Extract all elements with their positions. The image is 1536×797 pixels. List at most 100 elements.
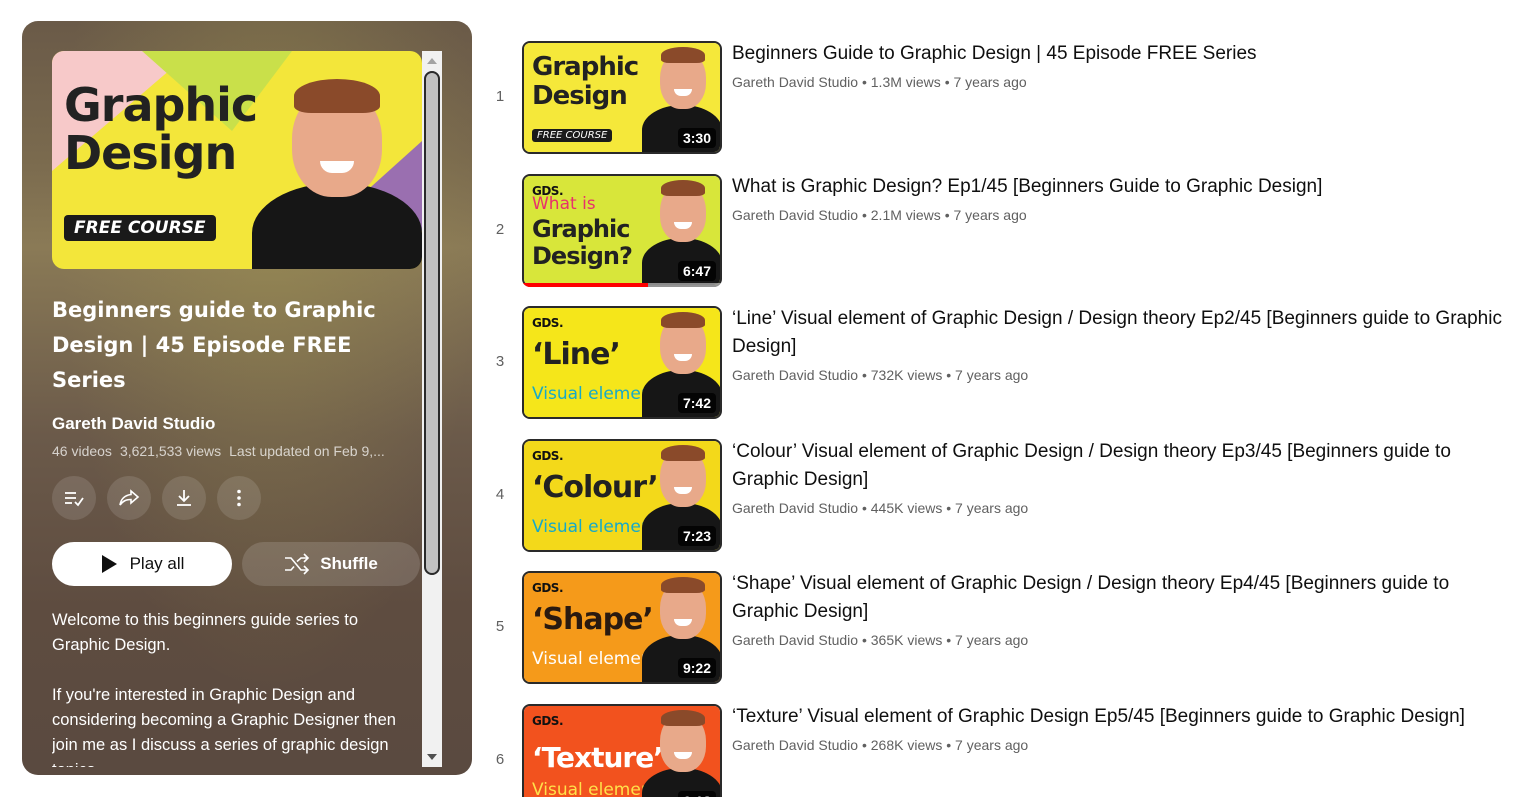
save-to-playlist-icon	[65, 492, 84, 507]
video-title-link[interactable]: ‘Texture’ Visual element of Graphic Desi…	[732, 703, 1512, 731]
video-title-link[interactable]: ‘Colour’ Visual element of Graphic Desig…	[732, 438, 1512, 494]
playlist-video-row[interactable]: 5 GDS. ‘Shape’ Visual element 9:22 ‘Shap…	[484, 570, 1524, 703]
thumbnail-subheading: FREE COURSE	[532, 129, 613, 142]
download-button[interactable]	[162, 476, 206, 520]
video-views: 732K views	[870, 367, 943, 384]
play-all-label: Play all	[129, 554, 185, 573]
separator-dot: •	[946, 499, 956, 516]
separator-dot: •	[946, 367, 956, 384]
playlist-header-panel: Graphic Design FREE COURSE Beginners gui…	[22, 21, 472, 775]
video-title-link[interactable]: What is Graphic Design? Ep1/45 [Beginner…	[732, 173, 1512, 201]
share-icon	[119, 489, 140, 506]
thumbnail-heading: Graphic Design?	[532, 214, 633, 270]
video-meta: ‘Shape’ Visual element of Graphic Design…	[732, 570, 1512, 648]
playlist-video-row[interactable]: 4 GDS. ‘Colour’ Visual element 7:23 ‘Col…	[484, 438, 1524, 571]
playlist-view-count: 3,621,533 views	[119, 443, 222, 459]
thumbnail-heading: Graphic Design	[532, 52, 639, 111]
video-title-link[interactable]: ‘Shape’ Visual element of Graphic Design…	[732, 570, 1512, 626]
video-index: 1	[495, 88, 505, 105]
thumbnail-gds-logo: GDS.	[532, 316, 564, 331]
video-channel-link[interactable]: Gareth David Studio	[732, 737, 858, 753]
video-duration-badge: 7:23	[677, 525, 716, 546]
video-byline: Gareth David Studio • 365K views • 7 yea…	[732, 632, 1512, 648]
thumbnail-heading: ‘Shape’	[532, 602, 654, 638]
video-channel-link[interactable]: Gareth David Studio	[732, 367, 858, 383]
save-playlist-button[interactable]	[52, 476, 96, 520]
separator-dot: •	[946, 736, 956, 753]
separator-dot: •	[946, 632, 956, 649]
scroll-up-arrow-icon[interactable]	[427, 58, 437, 64]
video-byline: Gareth David Studio • 445K views • 7 yea…	[732, 500, 1512, 516]
playlist-action-buttons	[52, 476, 422, 520]
video-duration-badge: 9:22	[677, 658, 716, 679]
separator-dot: •	[861, 632, 871, 649]
video-channel-link[interactable]: Gareth David Studio	[732, 632, 858, 648]
more-options-button[interactable]	[217, 476, 261, 520]
playlist-last-updated: Last updated on Feb 9,...	[229, 443, 385, 459]
panel-scrollbar[interactable]	[422, 51, 442, 767]
thumbnail-gds-logo: GDS.	[532, 581, 564, 596]
video-meta: What is Graphic Design? Ep1/45 [Beginner…	[732, 173, 1512, 223]
video-age: 7 years ago	[955, 736, 1029, 753]
separator-dot: •	[861, 367, 871, 384]
video-title-link[interactable]: ‘Line’ Visual element of Graphic Design …	[732, 305, 1512, 361]
watch-progress-bar	[522, 282, 648, 287]
more-options-icon	[237, 489, 241, 507]
video-age: 7 years ago	[955, 632, 1029, 649]
playlist-video-row[interactable]: 1 Graphic Design FREE COURSE 3:30 Beginn…	[484, 40, 1524, 173]
video-meta: ‘Texture’ Visual element of Graphic Desi…	[732, 703, 1512, 753]
playlist-description: Welcome to this beginners guide series t…	[52, 611, 396, 767]
video-age: 7 years ago	[953, 74, 1027, 90]
playlist-video-row[interactable]: 6 GDS. ‘Texture’ Visual element 6:18 ‘Te…	[484, 703, 1524, 797]
video-views: 2.1M views	[870, 206, 941, 223]
thumbnail-gds-logo: GDS.	[532, 713, 564, 728]
video-meta: ‘Line’ Visual element of Graphic Design …	[732, 305, 1512, 383]
playlist-owner-link[interactable]: Gareth David Studio	[52, 414, 422, 434]
video-thumbnail[interactable]: Graphic Design FREE COURSE 3:30	[522, 41, 722, 154]
playlist-cta-row: Play all Shuffle	[52, 542, 422, 586]
playlist-title: Beginners guide to Graphic Design | 45 E…	[52, 298, 376, 392]
video-thumbnail[interactable]: GDS. ‘Line’ Visual element 7:42	[522, 306, 722, 419]
download-icon	[177, 490, 191, 506]
playlist-video-row[interactable]: 3 GDS. ‘Line’ Visual element 7:42 ‘Line’…	[484, 305, 1524, 438]
video-age: 7 years ago	[955, 499, 1029, 516]
playlist-video-count: 46 videos	[52, 443, 112, 459]
thumbnail-art: GDS. ‘Texture’ Visual element	[524, 705, 720, 797]
scroll-down-arrow-icon[interactable]	[427, 754, 437, 760]
video-channel-link[interactable]: Gareth David Studio	[732, 74, 858, 90]
video-views: 268K views	[870, 736, 943, 753]
video-index: 6	[495, 750, 505, 768]
video-meta: ‘Colour’ Visual element of Graphic Desig…	[732, 438, 1512, 516]
scrollbar-thumb[interactable]	[424, 71, 440, 575]
video-duration-badge: 6:47	[677, 260, 716, 281]
video-title-link[interactable]: Beginners Guide to Graphic Design | 45 E…	[732, 40, 1512, 68]
cover-presenter-photo	[242, 65, 422, 269]
thumbnail-subheading: What is	[532, 193, 596, 214]
playlist-header-scroll: Graphic Design FREE COURSE Beginners gui…	[52, 51, 422, 767]
video-index: 3	[495, 353, 505, 371]
video-index: 2	[495, 220, 505, 238]
shuffle-icon	[285, 553, 310, 575]
video-channel-link[interactable]: Gareth David Studio	[732, 500, 858, 516]
separator-dot: •	[861, 206, 871, 223]
play-icon	[101, 555, 117, 573]
video-duration-badge: 3:30	[677, 128, 716, 148]
video-thumbnail[interactable]: GDS. ‘Colour’ Visual element 7:23	[522, 439, 722, 552]
share-button[interactable]	[107, 476, 151, 520]
video-channel-link[interactable]: Gareth David Studio	[732, 207, 858, 223]
video-thumbnail[interactable]: GDS. ‘Texture’ Visual element 6:18	[522, 704, 722, 797]
playlist-video-row[interactable]: 2 GDS. Graphic Design? What is 6:47 What…	[484, 173, 1524, 306]
video-thumbnail[interactable]: GDS. Graphic Design? What is 6:47	[522, 174, 722, 287]
play-all-button[interactable]: Play all	[52, 542, 232, 586]
video-thumbnail[interactable]: GDS. ‘Shape’ Visual element 9:22	[522, 571, 722, 684]
video-views: 1.3M views	[870, 74, 941, 90]
video-age: 7 years ago	[955, 367, 1029, 384]
shuffle-label: Shuffle	[320, 554, 378, 573]
video-views: 445K views	[870, 499, 943, 516]
video-age: 7 years ago	[953, 206, 1027, 223]
playlist-cover-thumbnail[interactable]: Graphic Design FREE COURSE	[52, 51, 422, 269]
video-meta: Beginners Guide to Graphic Design | 45 E…	[732, 40, 1512, 90]
video-byline: Gareth David Studio • 732K views • 7 yea…	[732, 367, 1512, 383]
shuffle-button[interactable]: Shuffle	[242, 542, 420, 586]
video-byline: Gareth David Studio • 268K views • 7 yea…	[732, 737, 1512, 753]
